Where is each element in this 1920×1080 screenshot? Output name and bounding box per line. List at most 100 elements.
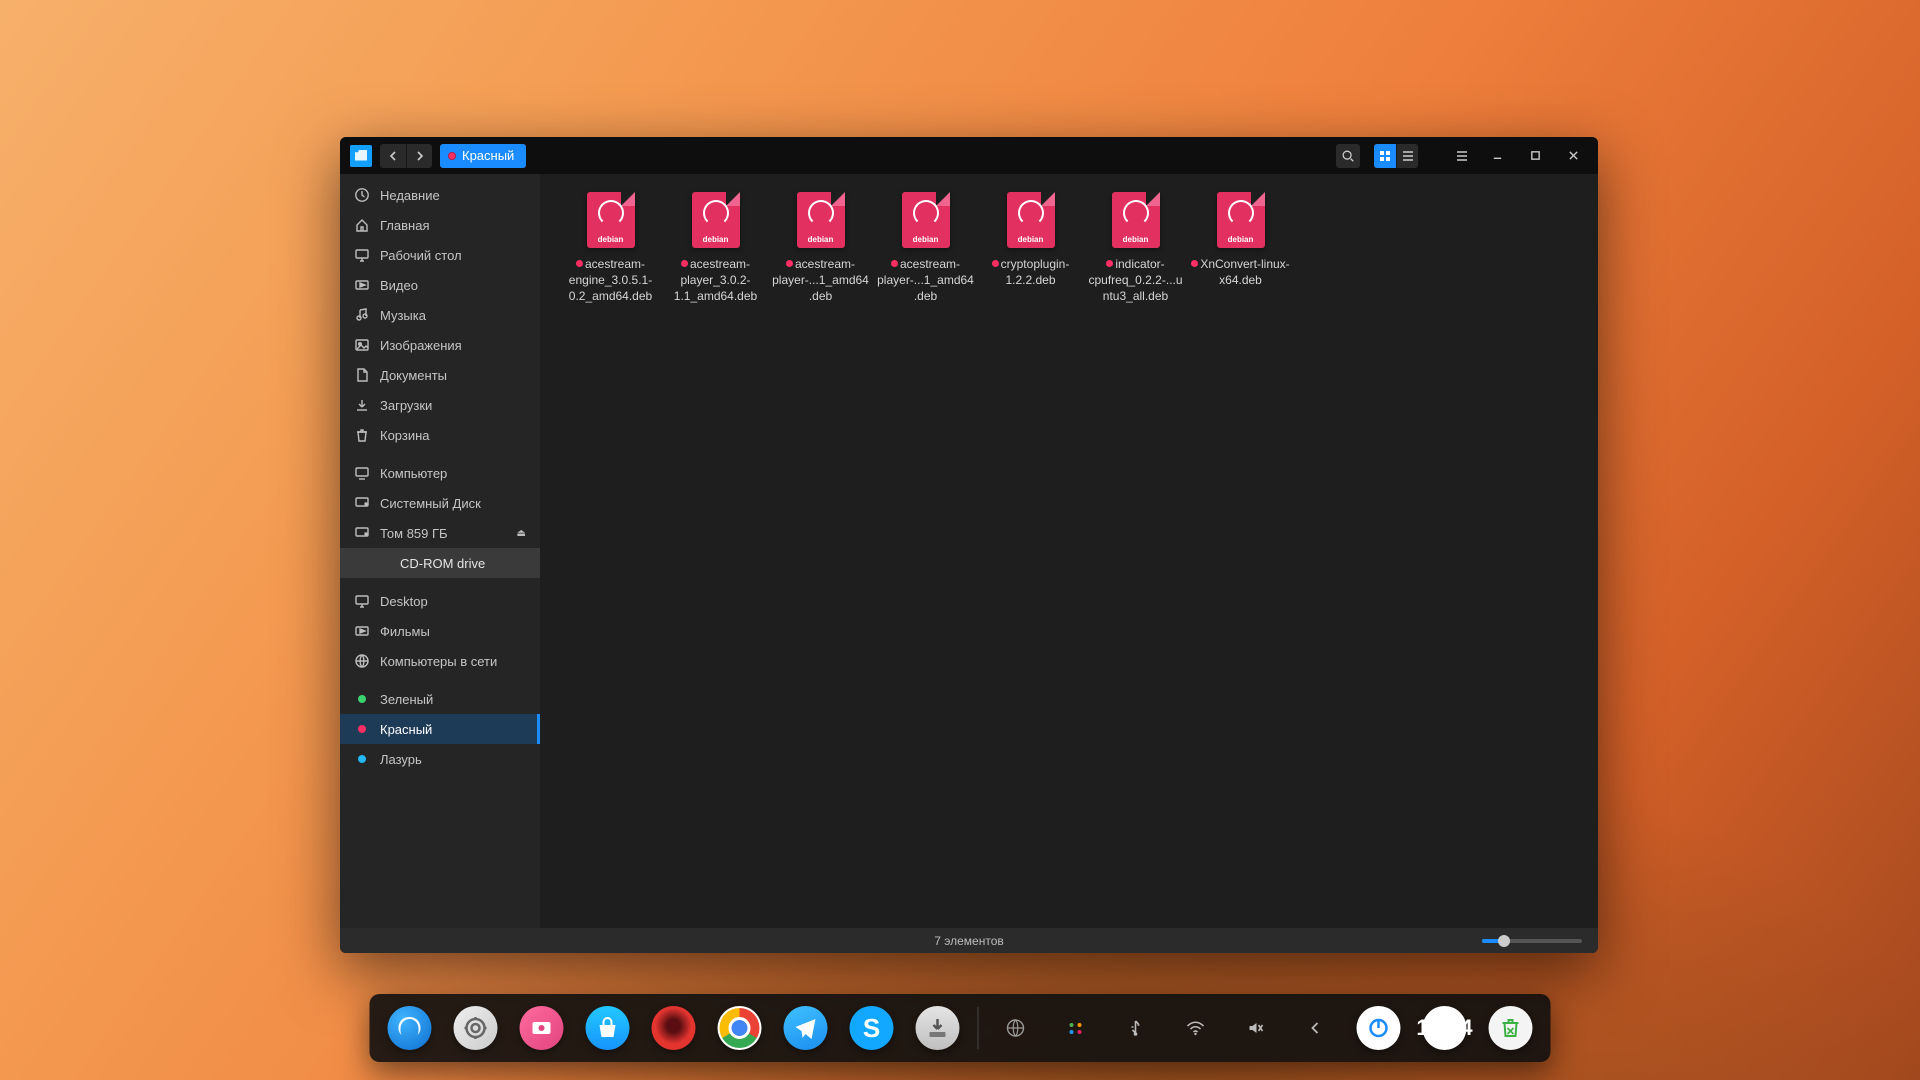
content-area[interactable]: debian acestream-engine_3.0.5.1-0.2_amd64… — [540, 174, 1598, 928]
sidebar-item[interactable]: Рабочий стол — [340, 240, 540, 270]
sidebar-item-label: Зеленый — [380, 692, 433, 707]
sidebar-item[interactable]: Фильмы — [340, 616, 540, 646]
sidebar-item-label: Музыка — [380, 308, 426, 323]
file-label: XnConvert-linux-x64.deb — [1191, 256, 1291, 288]
location-label: Красный — [462, 148, 514, 163]
disk-icon — [354, 495, 370, 511]
dock-trash[interactable] — [1489, 1006, 1533, 1050]
desktop-icon — [354, 593, 370, 609]
location-tag-dot-icon — [448, 152, 456, 160]
dock-app-launcher[interactable] — [454, 1006, 498, 1050]
file-label: acestream-player-...1_amd64.deb — [876, 256, 976, 305]
sidebar-item-label: Компьютеры в сети — [380, 654, 497, 669]
file-item[interactable]: debianacestream-player-...1_amd64.deb — [768, 192, 873, 305]
debian-package-icon: debian — [1112, 192, 1160, 248]
sidebar-item-label: Компьютер — [380, 466, 447, 481]
dock-app-deepin[interactable] — [388, 1006, 432, 1050]
tray-wifi-icon[interactable] — [1177, 1009, 1215, 1047]
file-item[interactable]: debian indicator-cpufreq_0.2.2-...untu3_a… — [1083, 192, 1188, 305]
sidebar-item[interactable]: Загрузки — [340, 390, 540, 420]
tray-volume-icon[interactable] — [1237, 1009, 1275, 1047]
file-label: acestream-engine_3.0.5.1-0.2_amd64.deb — [561, 256, 661, 305]
dock-app-skype[interactable]: S — [850, 1006, 894, 1050]
eject-icon[interactable]: ⏏ — [517, 528, 526, 539]
status-text: 7 элементов — [934, 934, 1004, 948]
sidebar-item[interactable]: Системный Диск — [340, 488, 540, 518]
sidebar-item[interactable]: Красный — [340, 714, 540, 744]
sidebar-item[interactable]: Лазурь — [340, 744, 540, 774]
sidebar-item-label: Лазурь — [380, 752, 422, 767]
sidebar-item-label: Рабочий стол — [380, 248, 462, 263]
sidebar-item[interactable]: Desktop — [340, 586, 540, 616]
sidebar-item[interactable]: CD-ROM drive — [340, 548, 540, 578]
dock-separator — [978, 1007, 979, 1049]
download-icon — [354, 397, 370, 413]
video-icon — [354, 277, 370, 293]
window-close-button[interactable] — [1558, 144, 1588, 168]
sidebar-item[interactable]: Документы — [340, 360, 540, 390]
tray-keyboard-icon[interactable] — [1057, 1009, 1095, 1047]
dock-app-chrome[interactable] — [718, 1006, 762, 1050]
zoom-slider[interactable] — [1482, 939, 1582, 943]
tray-chevron-left-icon[interactable] — [1297, 1009, 1335, 1047]
sidebar-item-label: Документы — [380, 368, 447, 383]
sidebar-item[interactable]: Изображения — [340, 330, 540, 360]
sidebar-item[interactable]: Музыка — [340, 300, 540, 330]
view-grid-button[interactable] — [1374, 144, 1396, 168]
sidebar-item[interactable]: Видео — [340, 270, 540, 300]
dock-power-button[interactable] — [1357, 1006, 1401, 1050]
dock-clock[interactable]: 18:14 — [1423, 1006, 1467, 1050]
file-item[interactable]: debianacestream-player_3.0.2-1.1_amd64.d… — [663, 192, 768, 305]
sidebar-item-label: Недавние — [380, 188, 440, 203]
dock-app-store[interactable] — [586, 1006, 630, 1050]
file-manager-window: Красный Недавние Главная Рабочий стол Видео… — [340, 137, 1598, 953]
sidebar-item[interactable]: Недавние — [340, 180, 540, 210]
sidebar-item-label: CD-ROM drive — [400, 556, 485, 571]
tag-dot-icon — [1191, 260, 1198, 267]
tray-usb-icon[interactable] — [1117, 1009, 1155, 1047]
file-grid: debian acestream-engine_3.0.5.1-0.2_amd64… — [558, 192, 1580, 305]
green-icon — [354, 691, 370, 707]
trash-icon — [354, 427, 370, 443]
sidebar-item[interactable]: Главная — [340, 210, 540, 240]
sidebar-item[interactable]: Том 859 ГБ ⏏ — [340, 518, 540, 548]
app-icon — [350, 145, 372, 167]
search-button[interactable] — [1336, 144, 1360, 168]
sidebar-item-label: Том 859 ГБ — [380, 526, 448, 541]
blank-icon — [374, 555, 390, 571]
dock-app-opera[interactable] — [652, 1006, 696, 1050]
tag-dot-icon — [1106, 260, 1113, 267]
music-icon — [354, 307, 370, 323]
view-list-button[interactable] — [1396, 144, 1418, 168]
file-item[interactable]: debian acestream-player-...1_amd64.deb — [873, 192, 978, 305]
tag-dot-icon — [891, 260, 898, 267]
computer-icon — [354, 465, 370, 481]
dock-app-installer[interactable] — [916, 1006, 960, 1050]
sidebar-item[interactable]: Компьютер — [340, 458, 540, 488]
network-icon — [354, 653, 370, 669]
sidebar-item[interactable]: Зеленый — [340, 684, 540, 714]
file-label: indicator-cpufreq_0.2.2-...untu3_all.deb — [1086, 256, 1186, 305]
nav-forward-button[interactable] — [406, 144, 432, 168]
sidebar-item-label: Изображения — [380, 338, 462, 353]
sidebar-item-label: Красный — [380, 722, 432, 737]
tray-globe-icon[interactable] — [997, 1009, 1035, 1047]
sidebar-item[interactable]: Корзина — [340, 420, 540, 450]
file-item[interactable]: debiancryptoplugin-1.2.2.deb — [978, 192, 1083, 288]
debian-package-icon: debian — [902, 192, 950, 248]
hamburger-menu-button[interactable] — [1450, 144, 1474, 168]
dock-app-telegram[interactable] — [784, 1006, 828, 1050]
tag-dot-icon — [786, 260, 793, 267]
desktop-icon — [354, 247, 370, 263]
window-maximize-button[interactable] — [1520, 144, 1550, 168]
nav-back-button[interactable] — [380, 144, 406, 168]
file-item[interactable]: debianXnConvert-linux-x64.deb — [1188, 192, 1293, 288]
location-pill[interactable]: Красный — [440, 144, 526, 168]
window-minimize-button[interactable] — [1482, 144, 1512, 168]
sidebar-item[interactable]: Компьютеры в сети — [340, 646, 540, 676]
file-label: acestream-player_3.0.2-1.1_amd64.deb — [666, 256, 766, 305]
doc-icon — [354, 367, 370, 383]
file-item[interactable]: debianacestream-engine_3.0.5.1-0.2_amd64… — [558, 192, 663, 305]
clock-icon — [354, 187, 370, 203]
dock-app-recorder[interactable] — [520, 1006, 564, 1050]
